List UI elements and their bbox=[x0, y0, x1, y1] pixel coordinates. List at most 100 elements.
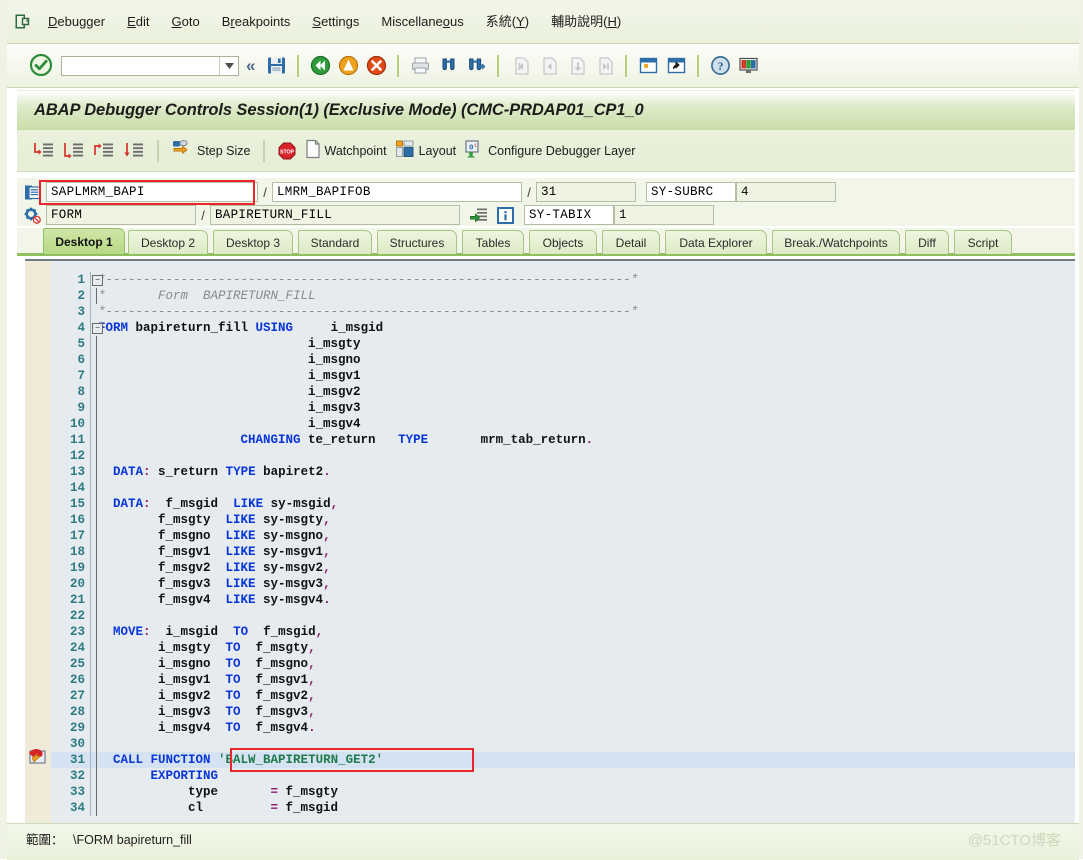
tab-detail[interactable]: Detail bbox=[602, 230, 660, 254]
return-button[interactable] bbox=[89, 134, 119, 168]
code-line[interactable]: 6 i_msgno bbox=[51, 352, 1075, 368]
code-line[interactable]: 21 f_msgv4 LIKE sy-msgv4. bbox=[51, 592, 1075, 608]
menu-item-debugger[interactable]: Debugger bbox=[37, 0, 116, 43]
program-icon[interactable] bbox=[21, 182, 43, 202]
step-into-button[interactable] bbox=[29, 134, 59, 168]
tab-tables[interactable]: Tables bbox=[462, 230, 524, 254]
tab-desktop-3[interactable]: Desktop 3 bbox=[213, 230, 293, 254]
goto-statement-icon[interactable] bbox=[468, 205, 490, 225]
menu-item-settings[interactable]: Settings bbox=[301, 0, 370, 43]
tab-script[interactable]: Script bbox=[954, 230, 1012, 254]
code-line[interactable]: 29 i_msgv4 TO f_msgv4. bbox=[51, 720, 1075, 736]
menu-item-help[interactable]: 輔助說明(H) bbox=[540, 0, 632, 43]
code-line[interactable]: 1 *--------------------------------------… bbox=[51, 272, 1075, 288]
layout-button[interactable]: Layout bbox=[391, 134, 461, 168]
tab-break-watchpoints[interactable]: Break./Watchpoints bbox=[772, 230, 900, 254]
exit-icon[interactable] bbox=[334, 52, 362, 80]
code-line[interactable]: 28 i_msgv3 TO f_msgv3, bbox=[51, 704, 1075, 720]
print-icon[interactable] bbox=[406, 52, 434, 80]
program-name-field[interactable]: SAPLMRM_BAPI bbox=[46, 182, 258, 202]
tab-desktop-2[interactable]: Desktop 2 bbox=[128, 230, 208, 254]
code-line[interactable]: 13 DATA: s_return TYPE bapiret2. bbox=[51, 464, 1075, 480]
code-line[interactable]: 16 f_msgty LIKE sy-msgty, bbox=[51, 512, 1075, 528]
system-menu-icon[interactable] bbox=[7, 0, 37, 43]
cancel-icon[interactable] bbox=[362, 52, 390, 80]
step-over-button[interactable] bbox=[59, 134, 89, 168]
code-line[interactable]: 32 EXPORTING bbox=[51, 768, 1075, 784]
stop-button[interactable]: STOP bbox=[273, 134, 301, 168]
create-session-icon[interactable] bbox=[634, 52, 662, 80]
previous-page-icon[interactable] bbox=[534, 52, 562, 80]
menu-item-miscellaneous[interactable]: Miscellaneous bbox=[370, 0, 474, 43]
code-line[interactable]: 18 f_msgv1 LIKE sy-msgv1, bbox=[51, 544, 1075, 560]
code-line[interactable]: 2 * Form BAPIRETURN_FILL bbox=[51, 288, 1075, 304]
first-page-icon[interactable] bbox=[506, 52, 534, 80]
help-icon[interactable]: ? bbox=[706, 52, 734, 80]
code-line[interactable]: 34 cl = f_msgid bbox=[51, 800, 1075, 816]
code-line[interactable]: 26 i_msgv1 TO f_msgv1, bbox=[51, 672, 1075, 688]
code-line[interactable]: 24 i_msgty TO f_msgty, bbox=[51, 640, 1075, 656]
information-icon[interactable] bbox=[494, 205, 516, 225]
tab-standard[interactable]: Standard bbox=[298, 230, 372, 254]
code-line[interactable]: 30 bbox=[51, 736, 1075, 752]
back-icon[interactable] bbox=[306, 52, 334, 80]
menu-item-system[interactable]: 系統(Y) bbox=[475, 0, 540, 43]
enter-ok-icon[interactable] bbox=[29, 53, 55, 79]
code-line[interactable]: 23 MOVE: i_msgid TO f_msgid, bbox=[51, 624, 1075, 640]
code-line[interactable]: 17 f_msgno LIKE sy-msgno, bbox=[51, 528, 1075, 544]
code-line[interactable]: 33 type = f_msgty bbox=[51, 784, 1075, 800]
chevron-down-icon[interactable] bbox=[219, 56, 238, 75]
code-line[interactable]: 5 i_msgty bbox=[51, 336, 1075, 352]
command-input[interactable] bbox=[62, 56, 219, 75]
find-next-icon[interactable] bbox=[462, 52, 490, 80]
code-line[interactable]: 22 bbox=[51, 608, 1075, 624]
watchpoint-button[interactable]: Watchpoint bbox=[301, 134, 391, 168]
save-icon[interactable] bbox=[262, 52, 290, 80]
code-line[interactable]: 15 DATA: f_msgid LIKE sy-msgid, bbox=[51, 496, 1075, 512]
event-type-icon[interactable] bbox=[21, 205, 43, 225]
code-lines-container[interactable]: 1 *--------------------------------------… bbox=[51, 261, 1075, 823]
last-page-icon[interactable] bbox=[590, 52, 618, 80]
code-line[interactable]: 11 CHANGING te_return TYPE mrm_tab_retur… bbox=[51, 432, 1075, 448]
collapse-toolbar-icon[interactable]: « bbox=[239, 56, 262, 76]
code-line[interactable]: 8 i_msgv2 bbox=[51, 384, 1075, 400]
menu-item-edit[interactable]: Edit bbox=[116, 0, 160, 43]
menu-item-breakpoints[interactable]: Breakpoints bbox=[211, 0, 302, 43]
code-line[interactable]: 10 i_msgv4 bbox=[51, 416, 1075, 432]
event-name-field[interactable]: BAPIRETURN_FILL bbox=[210, 205, 460, 225]
include-name-field[interactable]: LMRM_BAPIFOB bbox=[272, 182, 522, 202]
fold-toggle-icon[interactable]: − bbox=[92, 323, 103, 334]
tab-diff[interactable]: Diff bbox=[905, 230, 949, 254]
tab-structures[interactable]: Structures bbox=[377, 230, 457, 254]
event-type-field[interactable]: FORM bbox=[46, 205, 196, 225]
code-line[interactable]: 4 FORM bapireturn_fill USING i_msgid bbox=[51, 320, 1075, 336]
code-line[interactable]: 27 i_msgv2 TO f_msgv2, bbox=[51, 688, 1075, 704]
code-line[interactable]: 3 *--------------------------------------… bbox=[51, 304, 1075, 320]
current-position-icon[interactable] bbox=[28, 747, 48, 768]
customize-icon[interactable] bbox=[734, 52, 762, 80]
continue-button[interactable] bbox=[119, 134, 149, 168]
line-number-field[interactable]: 31 bbox=[536, 182, 636, 202]
tab-objects[interactable]: Objects bbox=[529, 230, 597, 254]
configure-debugger-layer-button[interactable]: 0 1 Configure Debugger Layer bbox=[460, 134, 639, 168]
find-icon[interactable] bbox=[434, 52, 462, 80]
code-line[interactable]: 9 i_msgv3 bbox=[51, 400, 1075, 416]
code-line[interactable]: 19 f_msgv2 LIKE sy-msgv2, bbox=[51, 560, 1075, 576]
command-field[interactable] bbox=[61, 55, 239, 76]
fold-toggle-icon[interactable]: − bbox=[92, 275, 103, 286]
line-number: 11 bbox=[69, 433, 85, 447]
step-size-button[interactable]: Step Size bbox=[167, 134, 255, 168]
create-shortcut-icon[interactable] bbox=[662, 52, 690, 80]
breakpoint-gutter[interactable] bbox=[25, 261, 51, 823]
code-line[interactable]: 31 CALL FUNCTION 'BALW_BAPIRETURN_GET2' bbox=[51, 752, 1075, 768]
code-line[interactable]: 7 i_msgv1 bbox=[51, 368, 1075, 384]
tab-data-explorer[interactable]: Data Explorer bbox=[665, 230, 767, 254]
menu-item-goto[interactable]: Goto bbox=[161, 0, 211, 43]
code-line[interactable]: 20 f_msgv3 LIKE sy-msgv3, bbox=[51, 576, 1075, 592]
tab-desktop-1[interactable]: Desktop 1 bbox=[43, 228, 125, 254]
next-page-icon[interactable] bbox=[562, 52, 590, 80]
line-number: 33 bbox=[69, 785, 85, 799]
code-line[interactable]: 14 bbox=[51, 480, 1075, 496]
code-line[interactable]: 25 i_msgno TO f_msgno, bbox=[51, 656, 1075, 672]
code-line[interactable]: 12 bbox=[51, 448, 1075, 464]
